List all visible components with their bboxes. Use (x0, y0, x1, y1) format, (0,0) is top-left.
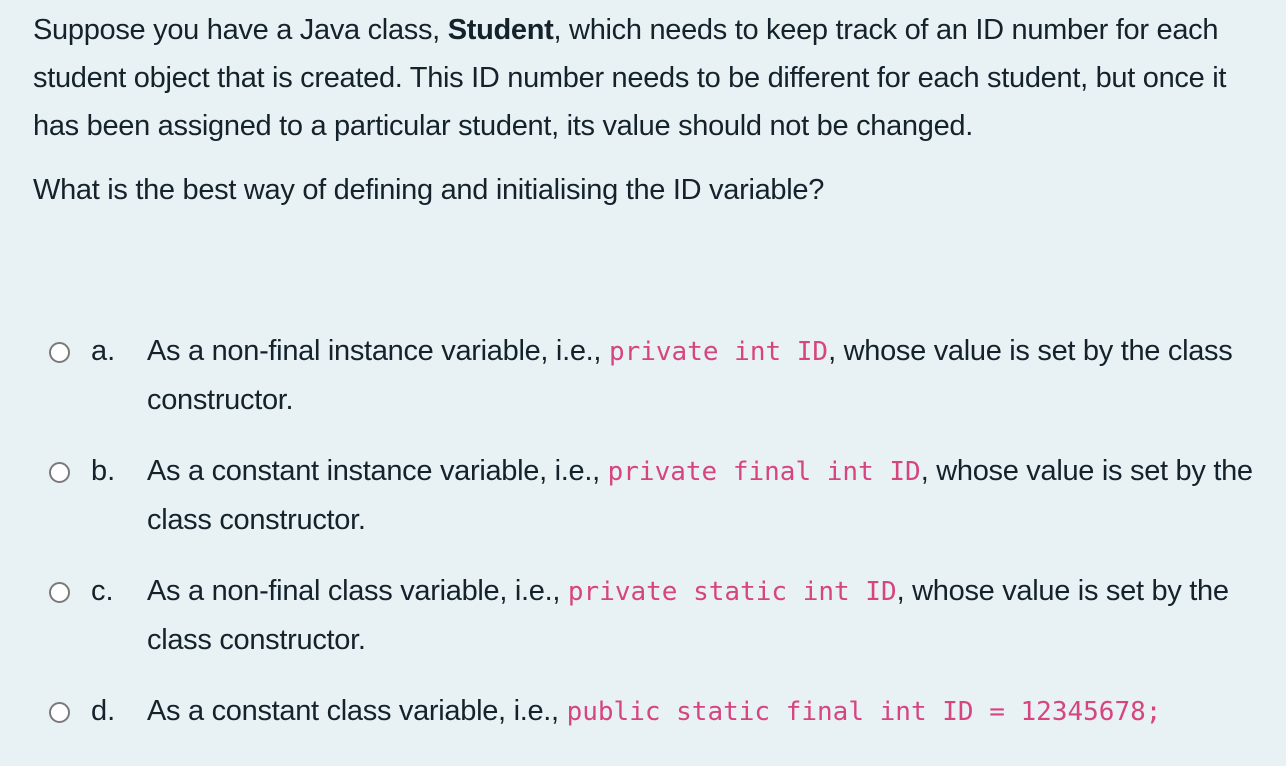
class-name: Student (447, 14, 554, 46)
option-text: As a non-final class variable, i.e., pri… (147, 567, 1257, 664)
radio-button-a[interactable] (49, 342, 70, 363)
question-prompt: What is the best way of defining and ini… (33, 174, 825, 206)
option-text-before: As a constant class variable, i.e., (147, 695, 567, 727)
code-snippet: private final int ID (607, 457, 921, 487)
code-snippet: private static int ID (567, 577, 897, 607)
option-text: As a non-final instance variable, i.e., … (147, 327, 1257, 424)
option-letter: c. (91, 575, 114, 607)
option-text-before: As a non-final class variable, i.e., (147, 575, 568, 607)
intro-text: Suppose you have a Java class, (33, 14, 448, 46)
option-text-before: As a non-final instance variable, i.e., (147, 335, 609, 367)
question-text: Suppose you have a Java class, Student, … (33, 6, 1253, 214)
code-snippet: public static final int ID = 12345678; (566, 697, 1162, 727)
option-letter: b. (91, 455, 116, 487)
option-letter: d. (91, 695, 116, 727)
option-letter: a. (91, 335, 116, 367)
radio-button-d[interactable] (49, 702, 70, 723)
option-text: As a constant class variable, i.e., publ… (147, 687, 1286, 736)
radio-button-b[interactable] (49, 462, 70, 483)
question-intro: Suppose you have a Java class, Student, … (33, 6, 1253, 150)
radio-button-c[interactable] (49, 582, 70, 603)
option-text-before: As a constant instance variable, i.e., (147, 455, 608, 487)
code-snippet: private int ID (608, 337, 829, 367)
option-text: As a constant instance variable, i.e., p… (147, 447, 1257, 544)
